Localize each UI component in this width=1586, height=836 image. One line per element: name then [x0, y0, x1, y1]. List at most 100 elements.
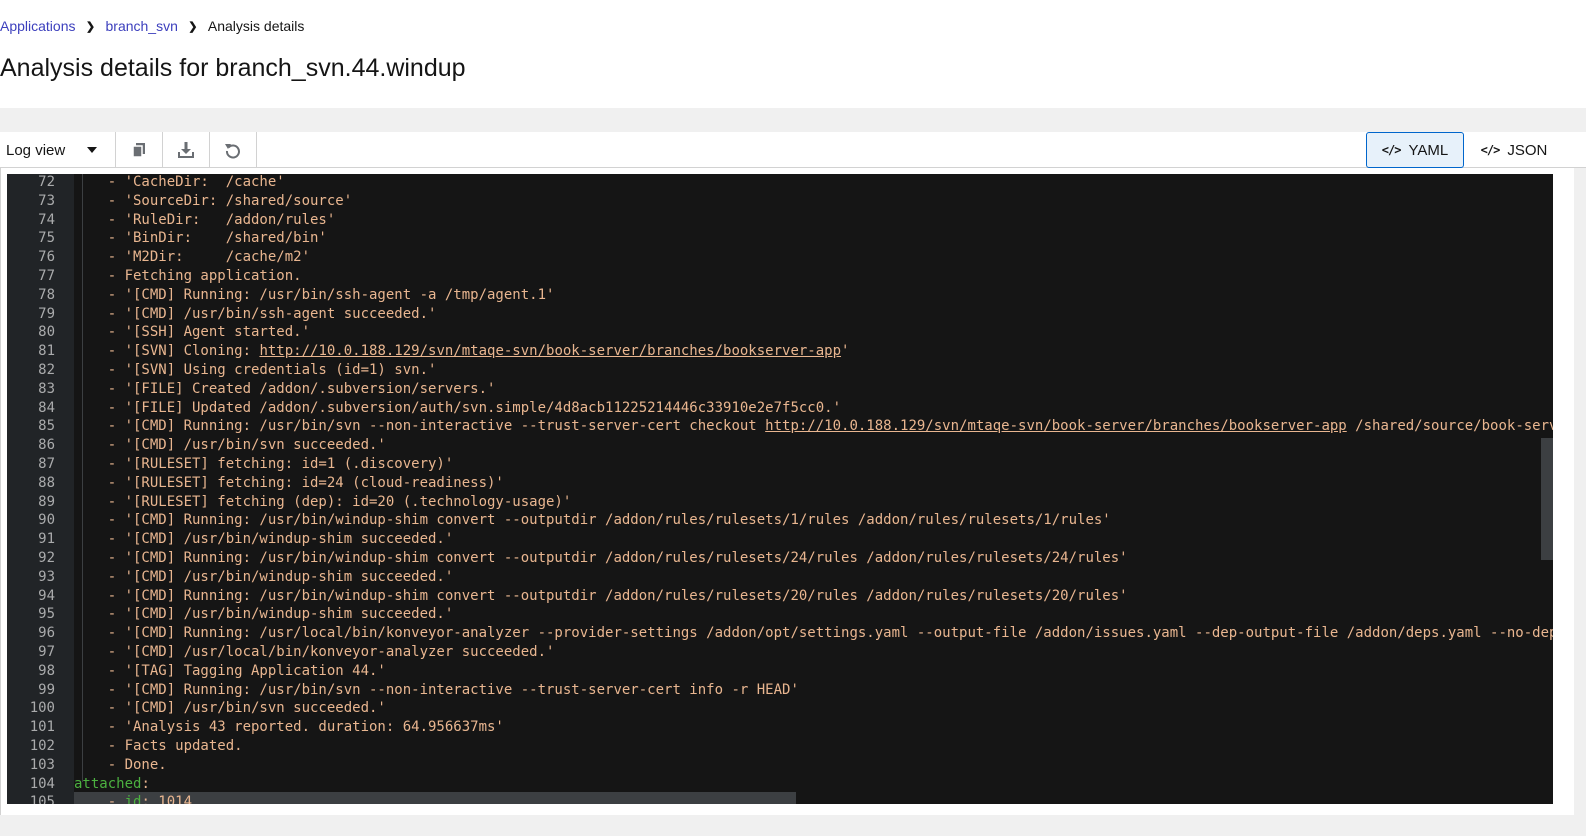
- line-text: - '[CMD] Running: /usr/bin/ssh-agent -a …: [74, 286, 555, 303]
- line-number: 93: [38, 568, 55, 585]
- code-line: 81 - '[SVN] Cloning: http://10.0.188.129…: [7, 342, 1553, 361]
- breadcrumb-application-link[interactable]: branch_svn: [106, 18, 178, 34]
- code-line: 101 - 'Analysis 43 reported. duration: 6…: [7, 718, 1553, 737]
- download-button[interactable]: [163, 132, 210, 168]
- line-number: 95: [38, 606, 55, 623]
- line-number: 97: [38, 644, 55, 660]
- code-line: 82 - '[SVN] Using credentials (id=1) svn…: [7, 361, 1553, 380]
- line-number: 94: [38, 587, 55, 604]
- editor-scrollbar[interactable]: [1541, 438, 1553, 560]
- line-number: 96: [38, 625, 55, 642]
- line-number: 73: [38, 192, 55, 209]
- code-line: 84 - '[FILE] Updated /addon/.subversion/…: [7, 399, 1553, 418]
- yaml-key: id: [124, 794, 142, 804]
- line-text-suffix: /shared/source/book-server: [1346, 418, 1553, 435]
- line-text: - '[CMD] Running: /usr/bin/windup-shim c…: [74, 550, 1128, 566]
- line-number: 82: [38, 362, 55, 378]
- line-text: - '[RULESET] fetching (dep): id=20 (.tec…: [74, 493, 572, 510]
- url-link[interactable]: http://10.0.188.129/svn/mtaqe-svn/book-s…: [259, 343, 841, 359]
- line-number: 102: [29, 738, 55, 754]
- code-line: 98 - '[TAG] Tagging Application 44.': [7, 662, 1553, 681]
- line-text: - '[CMD] /usr/bin/svn succeeded.': [74, 437, 386, 454]
- line-text: - 'M2Dir: /cache/m2': [74, 249, 311, 266]
- code-line: 83 - '[FILE] Created /addon/.subversion/…: [7, 380, 1553, 399]
- code-line: 89 - '[RULESET] fetching (dep): id=20 (.…: [7, 493, 1553, 512]
- breadcrumb-applications-link[interactable]: Applications: [0, 18, 76, 34]
- view-select[interactable]: Log view: [0, 132, 116, 168]
- line-text: - 'BinDir: /shared/bin': [74, 230, 327, 247]
- line-text: - '[CMD] /usr/bin/windup-shim succeeded.…: [74, 606, 454, 623]
- code-line: 79 - '[CMD] /usr/bin/ssh-agent succeeded…: [7, 305, 1553, 324]
- download-icon: [178, 142, 194, 158]
- line-number: 100: [29, 700, 55, 717]
- line-number: 83: [38, 380, 55, 397]
- line-number: 90: [38, 512, 55, 529]
- line-number: 79: [38, 305, 55, 322]
- code-line: 105 - id: 1014: [7, 793, 1553, 804]
- line-number: 75: [38, 230, 55, 247]
- line-text: - Facts updated.: [74, 738, 243, 754]
- line-text: attached:: [74, 775, 150, 794]
- code-line: 80 - '[SSH] Agent started.': [7, 323, 1553, 342]
- line-text: - '[RULESET] fetching: id=1 (.discovery)…: [74, 456, 454, 472]
- line-text: - '[SVN] Cloning: http://10.0.188.129/sv…: [74, 342, 850, 361]
- line-text: - Done.: [74, 756, 167, 773]
- line-number: 77: [38, 268, 55, 284]
- line-text: - '[SSH] Agent started.': [74, 324, 311, 341]
- code-line: 97 - '[CMD] /usr/local/bin/konveyor-anal…: [7, 643, 1553, 662]
- url-link[interactable]: http://10.0.188.129/svn/mtaqe-svn/book-s…: [765, 418, 1347, 434]
- line-number: 103: [29, 756, 55, 773]
- line-number: 74: [38, 211, 55, 228]
- line-text: - '[CMD] /usr/bin/ssh-agent succeeded.': [74, 305, 437, 322]
- line-text-suffix: ': [841, 343, 850, 360]
- line-text: - '[FILE] Updated /addon/.subversion/aut…: [74, 399, 842, 416]
- copy-icon: [132, 143, 145, 158]
- line-text: - 'Analysis 43 reported. duration: 64.95…: [74, 719, 504, 736]
- line-number: 87: [38, 456, 55, 472]
- copy-button[interactable]: [116, 132, 163, 168]
- chevron-right-icon: ❯: [188, 20, 198, 33]
- line-text: - 'CacheDir: /cache': [74, 174, 285, 190]
- code-icon: </>: [1381, 143, 1402, 157]
- code-line: 100 - '[CMD] /usr/bin/svn succeeded.': [7, 699, 1553, 718]
- code-line: 88 - '[RULESET] fetching: id=24 (cloud-r…: [7, 474, 1553, 493]
- code-editor[interactable]: 72 - 'CacheDir: /cache' 73 - 'SourceDir: …: [7, 174, 1553, 804]
- code-line: 74 - 'RuleDir: /addon/rules': [7, 211, 1553, 230]
- code-line: 85 - '[CMD] Running: /usr/bin/svn --non-…: [7, 417, 1553, 436]
- line-text: - id: 1014: [74, 793, 192, 804]
- code-line: 78 - '[CMD] Running: /usr/bin/ssh-agent …: [7, 286, 1553, 305]
- line-text: - '[CMD] Running: /usr/local/bin/konveyo…: [74, 625, 1553, 642]
- line-text: - '[CMD] /usr/bin/svn succeeded.': [74, 700, 386, 717]
- code-editor-toolbar: Log view </> YAML </> JSON: [0, 132, 1586, 168]
- undo-icon: [225, 144, 240, 159]
- line-number: 99: [38, 681, 55, 698]
- line-number: 89: [38, 493, 55, 510]
- line-number: 81: [38, 343, 55, 360]
- code-line: 92 - '[CMD] Running: /usr/bin/windup-shi…: [7, 549, 1553, 568]
- line-text: - '[TAG] Tagging Application 44.': [74, 662, 386, 679]
- line-text: - '[CMD] Running: /usr/bin/svn --non-int…: [74, 681, 799, 698]
- line-number: 72: [38, 174, 55, 190]
- line-number: 104: [29, 775, 55, 792]
- line-number: 92: [38, 550, 55, 566]
- toggle-json[interactable]: </> JSON: [1464, 132, 1564, 168]
- line-text-prefix: -: [74, 794, 125, 804]
- code-line: 93 - '[CMD] /usr/bin/windup-shim succeed…: [7, 568, 1553, 587]
- line-text: - '[SVN] Using credentials (id=1) svn.': [74, 362, 437, 378]
- code-line: 87 - '[RULESET] fetching: id=1 (.discove…: [7, 455, 1553, 474]
- line-number: 86: [38, 437, 55, 454]
- line-number: 101: [29, 719, 55, 736]
- line-text: - 'SourceDir: /shared/source': [74, 192, 353, 209]
- code-line: 102 - Facts updated.: [7, 737, 1553, 756]
- line-text-suffix: : 1014: [141, 794, 193, 804]
- toggle-yaml[interactable]: </> YAML: [1366, 132, 1464, 168]
- line-text: - '[CMD] /usr/bin/windup-shim succeeded.…: [74, 568, 454, 585]
- line-number: 85: [38, 418, 55, 435]
- undo-button[interactable]: [210, 132, 257, 168]
- code-line: 90 - '[CMD] Running: /usr/bin/windup-shi…: [7, 511, 1553, 530]
- toggle-yaml-label: YAML: [1408, 141, 1449, 159]
- bottom-strip: [0, 815, 1574, 836]
- line-text: - '[RULESET] fetching: id=24 (cloud-read…: [74, 474, 504, 491]
- code-line: 104 attached:: [7, 775, 1553, 794]
- line-number: 80: [38, 324, 55, 341]
